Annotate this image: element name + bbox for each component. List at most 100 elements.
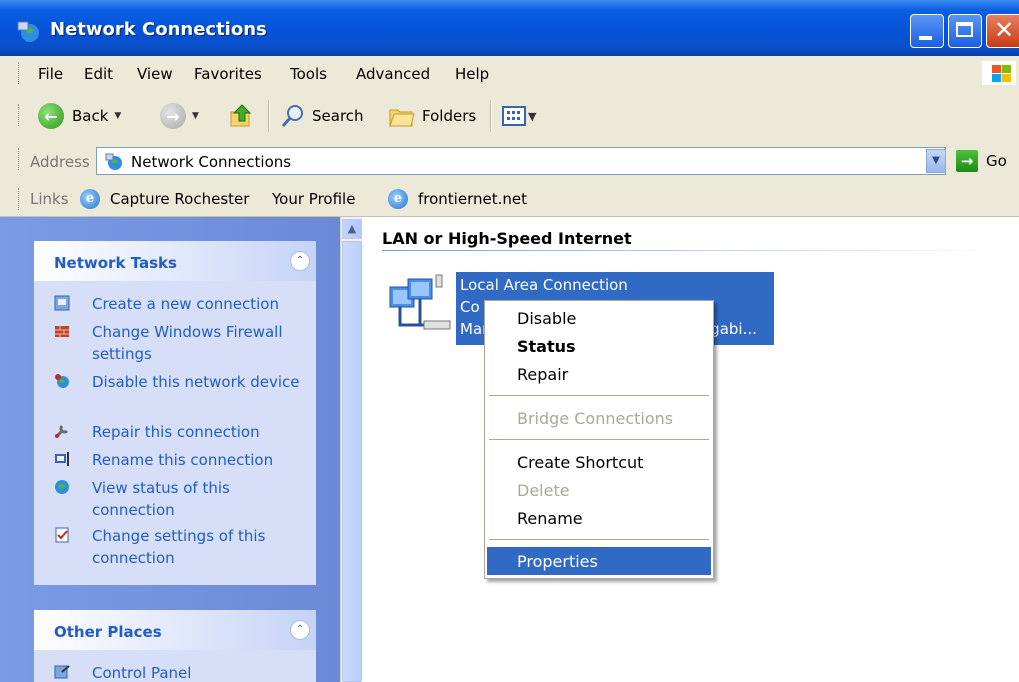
- ctx-separator: [489, 395, 709, 396]
- folders-button[interactable]: Folders: [388, 90, 476, 142]
- back-dropdown-icon[interactable]: ▼: [114, 111, 121, 121]
- ctx-label: Repair: [517, 365, 569, 384]
- back-button[interactable]: ← Back ▼: [38, 90, 121, 142]
- up-folder-button[interactable]: [228, 90, 256, 142]
- connection-status: Co: [460, 298, 480, 316]
- menu-file[interactable]: File: [38, 65, 63, 83]
- address-input[interactable]: Network Connections: [96, 147, 946, 175]
- folders-label: Folders: [422, 107, 477, 125]
- ctx-repair[interactable]: Repair: [487, 360, 711, 388]
- ctx-delete: Delete: [487, 476, 711, 504]
- menubar-grip[interactable]: [18, 62, 22, 84]
- new-connection-icon: [54, 295, 70, 311]
- toolbar-separator: [490, 100, 492, 132]
- collapse-chevron-icon[interactable]: ⌃: [290, 251, 310, 271]
- group-title: LAN or High-Speed Internet: [382, 229, 632, 248]
- task-label: Repair this connection: [92, 423, 260, 441]
- disable-network-icon: [55, 374, 69, 388]
- network-connections-icon: [105, 153, 122, 170]
- maximize-button[interactable]: [948, 14, 982, 48]
- links-bar: Links e Capture Rochester Your Profile e…: [0, 182, 1019, 217]
- up-folder-icon: [230, 104, 252, 127]
- forward-dropdown-icon[interactable]: ▼: [192, 111, 199, 121]
- menu-advanced[interactable]: Advanced: [356, 65, 430, 83]
- window-title: Network Connections: [50, 19, 267, 40]
- ctx-label: Status: [517, 337, 576, 356]
- title-bar[interactable]: Network Connections ✕: [0, 0, 1019, 56]
- ie-link-icon: e: [80, 189, 100, 209]
- views-icon: [502, 106, 526, 126]
- ctx-bridge-connections: Bridge Connections: [487, 404, 711, 432]
- other-places-header[interactable]: Other Places ⌃: [34, 610, 316, 650]
- context-menu: Disable Status Repair Bridge Connections…: [484, 300, 714, 579]
- ctx-status[interactable]: Status: [487, 332, 711, 360]
- views-dropdown-icon[interactable]: ▼: [528, 110, 536, 123]
- network-connections-window: Network Connections ✕ File Edit View Fav…: [0, 0, 1019, 682]
- go-label: Go: [986, 152, 1007, 170]
- task-label: Disable this network device: [92, 373, 300, 391]
- ctx-label: Rename: [517, 509, 583, 528]
- scroll-thumb[interactable]: [342, 241, 362, 682]
- ctx-label: Delete: [517, 481, 570, 500]
- vertical-scrollbar[interactable]: ▲: [340, 217, 363, 682]
- menu-edit[interactable]: Edit: [84, 65, 113, 83]
- scroll-up-icon[interactable]: ▲: [342, 219, 362, 239]
- ctx-label: Create Shortcut: [517, 453, 644, 472]
- network-tasks-header[interactable]: Network Tasks ⌃: [34, 241, 316, 281]
- search-button[interactable]: Search: [280, 90, 364, 142]
- links-grip[interactable]: [18, 188, 22, 210]
- address-dropdown-icon[interactable]: ▼: [926, 149, 946, 173]
- ctx-label: Bridge Connections: [517, 409, 674, 428]
- menu-view[interactable]: View: [137, 65, 173, 83]
- address-grip[interactable]: [18, 148, 22, 170]
- link-capture-rochester[interactable]: Capture Rochester: [110, 190, 249, 208]
- menu-tools[interactable]: Tools: [290, 65, 327, 83]
- task-label: Change Windows Firewall settings: [92, 323, 283, 363]
- toolbar-separator: [268, 100, 270, 132]
- address-label: Address: [30, 153, 90, 171]
- go-arrow-icon: →: [956, 150, 978, 172]
- rename-icon: [55, 452, 69, 466]
- menu-help[interactable]: Help: [455, 65, 489, 83]
- change-settings-icon: [55, 527, 69, 543]
- link-frontiernet[interactable]: frontiernet.net: [418, 190, 527, 208]
- ctx-label: Disable: [517, 309, 577, 328]
- close-icon: ✕: [994, 16, 1015, 44]
- task-label: Change settings of this connection: [92, 527, 266, 567]
- folders-icon: [389, 109, 415, 127]
- task-label: View status of this connection: [92, 479, 230, 519]
- ctx-disable[interactable]: Disable: [487, 304, 711, 332]
- task-label: Rename this connection: [92, 451, 274, 469]
- firewall-icon: [55, 326, 69, 337]
- network-tasks-panel: Network Tasks ⌃ Create a new connection …: [34, 241, 316, 585]
- toolbar-grip[interactable]: [18, 104, 22, 126]
- search-label: Search: [312, 107, 364, 125]
- ctx-properties[interactable]: Properties: [487, 547, 711, 575]
- task-pane: Network Tasks ⌃ Create a new connection …: [0, 217, 340, 682]
- go-button[interactable]: → Go: [956, 150, 1007, 172]
- task-label: Control Panel: [92, 664, 192, 682]
- close-button[interactable]: ✕: [986, 14, 1019, 48]
- standard-toolbar: ← Back ▼ → ▼ Search Folders ▼: [0, 90, 1019, 143]
- ctx-separator: [489, 439, 709, 440]
- repair-wrench-icon: [54, 424, 69, 439]
- back-label: Back: [72, 107, 109, 125]
- other-places-title: Other Places: [54, 623, 162, 641]
- ctx-label: Properties: [517, 552, 598, 571]
- lan-connection-icon[interactable]: [384, 273, 454, 343]
- task-label: Create a new connection: [92, 295, 279, 313]
- network-tasks-title: Network Tasks: [54, 254, 177, 272]
- menu-favorites[interactable]: Favorites: [194, 65, 262, 83]
- views-button[interactable]: ▼: [502, 90, 536, 142]
- ctx-rename[interactable]: Rename: [487, 504, 711, 532]
- control-panel-icon: [54, 665, 70, 679]
- search-icon: [281, 105, 303, 127]
- forward-button[interactable]: → ▼: [160, 90, 199, 142]
- minimize-button[interactable]: [910, 14, 944, 48]
- link-your-profile[interactable]: Your Profile: [272, 190, 355, 208]
- address-value: Network Connections: [131, 153, 292, 171]
- links-label: Links: [30, 190, 69, 208]
- address-bar: Address Network Connections ▼ → Go: [0, 142, 1019, 183]
- ctx-create-shortcut[interactable]: Create Shortcut: [487, 448, 711, 476]
- collapse-chevron-icon[interactable]: ⌃: [290, 620, 310, 640]
